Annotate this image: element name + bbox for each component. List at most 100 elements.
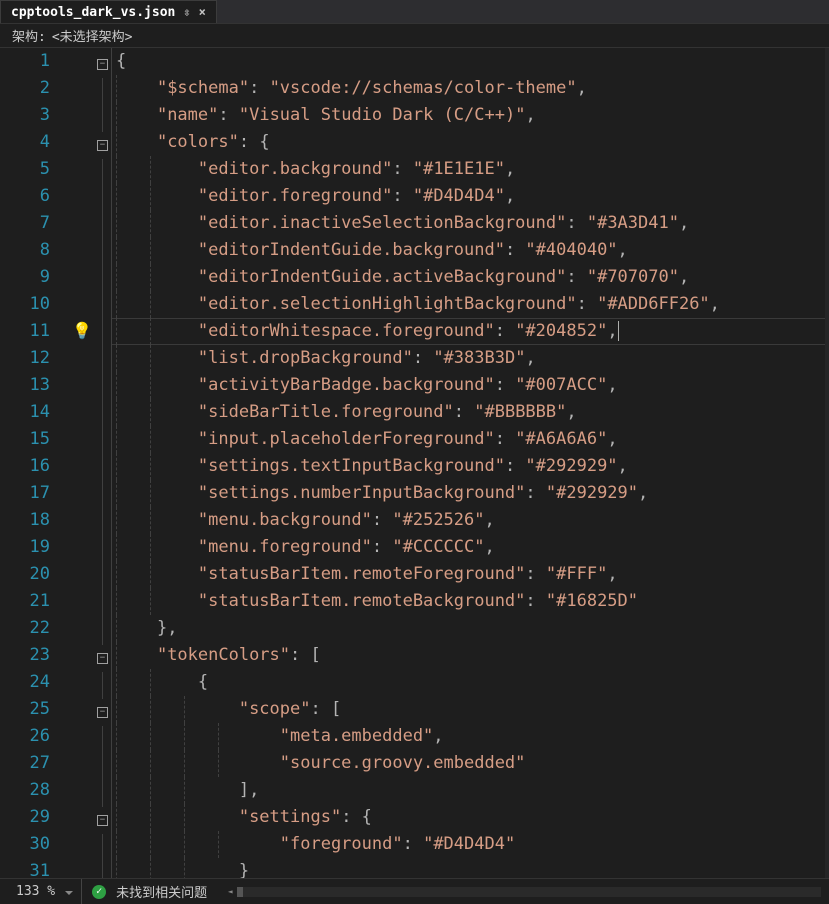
indent-guide — [150, 777, 151, 804]
fold-toggle-icon[interactable]: − — [97, 59, 108, 70]
tab-filename: cpptools_dark_vs.json — [11, 5, 175, 20]
code-line[interactable]: "settings.textInputBackground": "#292929… — [116, 453, 825, 480]
code-line[interactable]: "sideBarTitle.foreground": "#BBBBBB", — [116, 399, 825, 426]
pin-icon[interactable]: ⇳ — [183, 5, 190, 19]
fold-row — [94, 402, 111, 429]
close-icon[interactable]: × — [199, 5, 206, 19]
code-line[interactable]: "name": "Visual Studio Dark (C/C++)", — [116, 102, 825, 129]
indent-guide — [116, 291, 117, 318]
code-line[interactable]: "settings": { — [116, 804, 825, 831]
line-content: "editorIndentGuide.background": "#404040… — [116, 240, 628, 260]
zoom-control[interactable]: 133 % — [8, 879, 82, 904]
fold-guide — [102, 159, 103, 186]
code-line[interactable]: "editor.background": "#1E1E1E", — [116, 156, 825, 183]
fold-row — [94, 537, 111, 564]
code-line[interactable]: { — [116, 669, 825, 696]
indent-guide — [150, 723, 151, 750]
line-number: 5 — [0, 156, 50, 183]
code-line[interactable]: "input.placeholderForeground": "#A6A6A6"… — [116, 426, 825, 453]
code-line[interactable]: "foreground": "#D4D4D4" — [116, 831, 825, 858]
fold-row — [94, 726, 111, 753]
scroll-left-icon[interactable]: ◄ — [225, 887, 235, 897]
code-line[interactable]: "$schema": "vscode://schemas/color-theme… — [116, 75, 825, 102]
line-content: "statusBarItem.remoteBackground": "#1682… — [116, 591, 638, 611]
editor-tab[interactable]: cpptools_dark_vs.json ⇳ × — [0, 0, 217, 23]
status-check-icon[interactable]: ✓ — [92, 885, 106, 899]
line-number: 16 — [0, 453, 50, 480]
fold-row — [94, 483, 111, 510]
tab-bar: cpptools_dark_vs.json ⇳ × — [0, 0, 829, 24]
line-number: 15 — [0, 426, 50, 453]
lightbulb-icon[interactable]: 💡 — [72, 321, 92, 340]
indent-guide — [116, 156, 117, 183]
fold-guide — [102, 321, 103, 348]
code-line[interactable]: "editor.inactiveSelectionBackground": "#… — [116, 210, 825, 237]
indent-guide — [184, 696, 185, 723]
fold-toggle-icon[interactable]: − — [97, 707, 108, 718]
chevron-down-icon[interactable] — [61, 884, 73, 899]
line-number: 28 — [0, 777, 50, 804]
fold-row: − — [94, 699, 111, 726]
line-number: 24 — [0, 669, 50, 696]
code-line[interactable]: "editorIndentGuide.background": "#404040… — [116, 237, 825, 264]
fold-guide — [102, 510, 103, 537]
code-line[interactable]: "editor.foreground": "#D4D4D4", — [116, 183, 825, 210]
line-numbers: 1234567891011121314151617181920212223242… — [0, 48, 70, 878]
editor-area[interactable]: 1234567891011121314151617181920212223242… — [0, 48, 829, 878]
scrollbar-thumb[interactable] — [237, 887, 243, 897]
line-content: "tokenColors": [ — [116, 645, 321, 665]
fold-guide — [102, 834, 103, 861]
fold-guide — [102, 483, 103, 510]
code-line[interactable]: "list.dropBackground": "#383B3D", — [116, 345, 825, 372]
code-line[interactable]: "meta.embedded", — [116, 723, 825, 750]
code-line[interactable]: "editorIndentGuide.activeBackground": "#… — [116, 264, 825, 291]
indent-guide — [184, 858, 185, 878]
code-line[interactable]: "editor.selectionHighlightBackground": "… — [116, 291, 825, 318]
code-line[interactable]: "menu.foreground": "#CCCCCC", — [116, 534, 825, 561]
indent-guide — [150, 372, 151, 399]
code-line[interactable]: ], — [116, 777, 825, 804]
indent-guide — [150, 156, 151, 183]
code-line[interactable]: "colors": { — [116, 129, 825, 156]
code-line[interactable]: "statusBarItem.remoteForeground": "#FFF"… — [116, 561, 825, 588]
code-line[interactable]: "tokenColors": [ — [116, 642, 825, 669]
fold-toggle-icon[interactable]: − — [97, 815, 108, 826]
minimap[interactable] — [825, 48, 829, 878]
code-line[interactable]: "menu.background": "#252526", — [116, 507, 825, 534]
code-line[interactable]: "source.groovy.embedded" — [116, 750, 825, 777]
code-line[interactable]: "settings.numberInputBackground": "#2929… — [116, 480, 825, 507]
line-number: 27 — [0, 750, 50, 777]
fold-row — [94, 618, 111, 645]
indent-guide — [116, 129, 117, 156]
indent-guide — [116, 831, 117, 858]
line-number: 2 — [0, 75, 50, 102]
code-line[interactable]: }, — [116, 615, 825, 642]
fold-toggle-icon[interactable]: − — [97, 140, 108, 151]
code-line[interactable]: "scope": [ — [116, 696, 825, 723]
line-content: "colors": { — [116, 132, 270, 152]
line-number: 31 — [0, 858, 50, 878]
line-content: { — [116, 51, 126, 71]
code-line[interactable]: "activityBarBadge.background": "#007ACC"… — [116, 372, 825, 399]
fold-guide — [102, 780, 103, 807]
breadcrumb-bar: 架构: <未选择架构> — [0, 24, 829, 48]
line-content: "editor.selectionHighlightBackground": "… — [116, 294, 720, 314]
indent-guide — [150, 480, 151, 507]
code-line[interactable]: "statusBarItem.remoteBackground": "#1682… — [116, 588, 825, 615]
code-line[interactable]: { — [116, 48, 825, 75]
code-line[interactable]: } — [116, 858, 825, 878]
indent-guide — [150, 291, 151, 318]
indent-guide — [116, 750, 117, 777]
indent-guide — [116, 264, 117, 291]
fold-toggle-icon[interactable]: − — [97, 653, 108, 664]
indent-guide — [116, 669, 117, 696]
line-content: "settings": { — [116, 807, 372, 827]
line-content: } — [116, 861, 249, 878]
line-number: 22 — [0, 615, 50, 642]
indent-guide — [184, 750, 185, 777]
breadcrumb-value[interactable]: <未选择架构> — [52, 26, 133, 45]
line-content: { — [116, 672, 208, 692]
horizontal-scrollbar[interactable]: ◄ — [237, 887, 821, 897]
code-content[interactable]: { "$schema": "vscode://schemas/color-the… — [112, 48, 825, 878]
code-line[interactable]: "editorWhitespace.foreground": "#204852"… — [116, 318, 825, 345]
